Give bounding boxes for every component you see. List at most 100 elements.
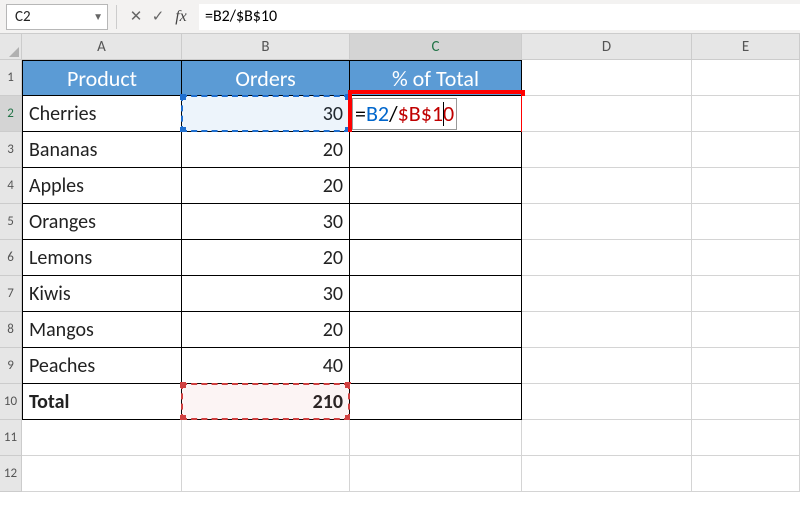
- cell-A7[interactable]: Kiwis: [22, 276, 182, 312]
- cell-E5[interactable]: [692, 204, 800, 240]
- table-row: 7 Kiwis 30: [0, 276, 800, 312]
- formula-bar: C2 ▼ ✕ ✓ fx: [0, 0, 800, 34]
- row-header-4[interactable]: 4: [0, 168, 22, 204]
- cell-C9[interactable]: [350, 348, 522, 384]
- table-row: 6 Lemons 20: [0, 240, 800, 276]
- cell-B1[interactable]: Orders: [182, 60, 350, 96]
- spreadsheet-grid: A B C D E 1 Product Orders % of Total 2 …: [0, 34, 800, 492]
- cell-D11[interactable]: [522, 420, 692, 456]
- cancel-icon[interactable]: ✕: [125, 7, 147, 26]
- cell-E7[interactable]: [692, 276, 800, 312]
- cell-D12[interactable]: [522, 456, 692, 492]
- fx-icon[interactable]: fx: [169, 8, 193, 26]
- cell-A3[interactable]: Bananas: [22, 132, 182, 168]
- name-box-dropdown-icon[interactable]: ▼: [93, 10, 103, 23]
- cell-A6[interactable]: Lemons: [22, 240, 182, 276]
- name-box-value: C2: [15, 8, 31, 26]
- cell-A2[interactable]: Cherries: [22, 96, 182, 132]
- separator: [116, 5, 117, 29]
- cell-B7[interactable]: 30: [182, 276, 350, 312]
- cell-C5[interactable]: [350, 204, 522, 240]
- cell-A8[interactable]: Mangos: [22, 312, 182, 348]
- cell-E8[interactable]: [692, 312, 800, 348]
- select-all-corner[interactable]: [0, 34, 22, 60]
- cell-E1[interactable]: [692, 60, 800, 96]
- table-row: 10 Total 210: [0, 384, 800, 420]
- table-row: 5 Oranges 30: [0, 204, 800, 240]
- cell-C7[interactable]: [350, 276, 522, 312]
- row-header-9[interactable]: 9: [0, 348, 22, 384]
- row-header-7[interactable]: 7: [0, 276, 22, 312]
- cell-C2[interactable]: =B2/$B$10: [350, 96, 522, 132]
- enter-icon[interactable]: ✓: [147, 7, 169, 26]
- cell-A5[interactable]: Oranges: [22, 204, 182, 240]
- cell-C4[interactable]: [350, 168, 522, 204]
- cell-D8[interactable]: [522, 312, 692, 348]
- table-row: 9 Peaches 40: [0, 348, 800, 384]
- cell-E10[interactable]: [692, 384, 800, 420]
- cell-B6[interactable]: 20: [182, 240, 350, 276]
- cell-D10[interactable]: [522, 384, 692, 420]
- row-header-3[interactable]: 3: [0, 132, 22, 168]
- col-header-D[interactable]: D: [522, 34, 692, 60]
- cell-C12[interactable]: [350, 456, 522, 492]
- cell-D5[interactable]: [522, 204, 692, 240]
- cell-B11[interactable]: [182, 420, 350, 456]
- row-header-8[interactable]: 8: [0, 312, 22, 348]
- name-box[interactable]: C2 ▼: [6, 4, 108, 30]
- table-row: 12: [0, 456, 800, 492]
- cell-B12[interactable]: [182, 456, 350, 492]
- row-header-11[interactable]: 11: [0, 420, 22, 456]
- cell-C11[interactable]: [350, 420, 522, 456]
- cell-E12[interactable]: [692, 456, 800, 492]
- cell-E9[interactable]: [692, 348, 800, 384]
- cell-B9[interactable]: 40: [182, 348, 350, 384]
- cell-B10[interactable]: 210: [182, 384, 350, 420]
- cell-D9[interactable]: [522, 348, 692, 384]
- cell-A10[interactable]: Total: [22, 384, 182, 420]
- cell-A9[interactable]: Peaches: [22, 348, 182, 384]
- row-header-5[interactable]: 5: [0, 204, 22, 240]
- table-row: 4 Apples 20: [0, 168, 800, 204]
- table-row: 3 Bananas 20: [0, 132, 800, 168]
- cell-A1[interactable]: Product: [22, 60, 182, 96]
- cell-D7[interactable]: [522, 276, 692, 312]
- cell-B2[interactable]: 30: [182, 96, 350, 132]
- cell-C1[interactable]: % of Total: [350, 60, 522, 96]
- cell-E3[interactable]: [692, 132, 800, 168]
- cell-B3[interactable]: 20: [182, 132, 350, 168]
- cell-C10[interactable]: [350, 384, 522, 420]
- col-header-E[interactable]: E: [692, 34, 800, 60]
- cell-C2-editor[interactable]: =B2/$B$10: [352, 98, 457, 130]
- row-header-12[interactable]: 12: [0, 456, 22, 492]
- cell-C6[interactable]: [350, 240, 522, 276]
- cell-B5[interactable]: 30: [182, 204, 350, 240]
- cell-C3[interactable]: [350, 132, 522, 168]
- cell-A11[interactable]: [22, 420, 182, 456]
- cell-B10-value: 210: [313, 390, 343, 414]
- cell-D6[interactable]: [522, 240, 692, 276]
- table-row: 8 Mangos 20: [0, 312, 800, 348]
- cell-E4[interactable]: [692, 168, 800, 204]
- cell-D2[interactable]: [522, 96, 692, 132]
- row-header-1[interactable]: 1: [0, 60, 22, 96]
- row-header-6[interactable]: 6: [0, 240, 22, 276]
- cell-B8[interactable]: 20: [182, 312, 350, 348]
- col-header-C[interactable]: C: [350, 34, 522, 60]
- col-header-B[interactable]: B: [182, 34, 350, 60]
- cell-B4[interactable]: 20: [182, 168, 350, 204]
- cell-E2[interactable]: [692, 96, 800, 132]
- row-header-10[interactable]: 10: [0, 384, 22, 420]
- cell-E6[interactable]: [692, 240, 800, 276]
- col-header-A[interactable]: A: [22, 34, 182, 60]
- cell-D1[interactable]: [522, 60, 692, 96]
- row-header-2[interactable]: 2: [0, 96, 22, 132]
- cell-D3[interactable]: [522, 132, 692, 168]
- cell-E11[interactable]: [692, 420, 800, 456]
- table-row: 1 Product Orders % of Total: [0, 60, 800, 96]
- formula-input[interactable]: [199, 4, 800, 30]
- cell-D4[interactable]: [522, 168, 692, 204]
- cell-A4[interactable]: Apples: [22, 168, 182, 204]
- cell-A12[interactable]: [22, 456, 182, 492]
- cell-C8[interactable]: [350, 312, 522, 348]
